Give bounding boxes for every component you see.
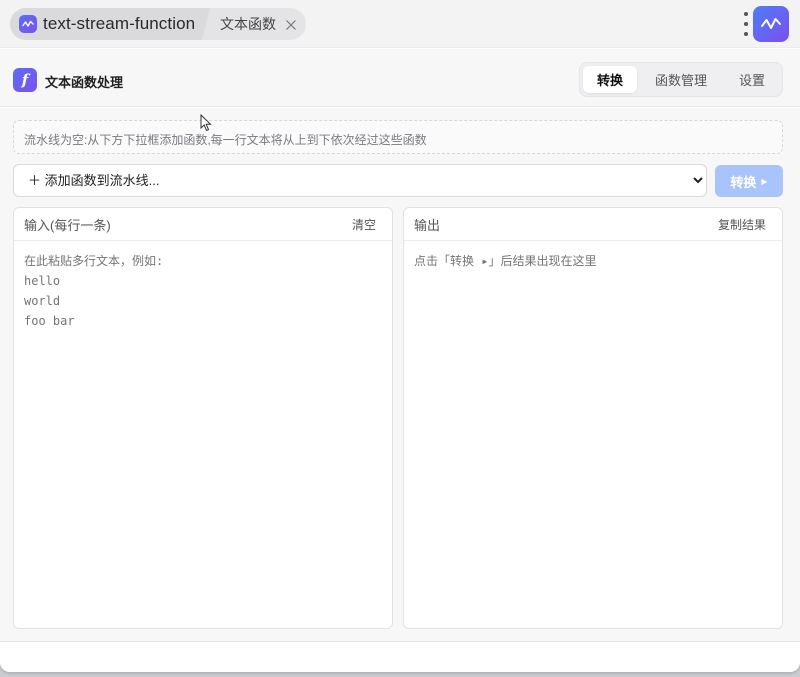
title-bar: text-stream-function 文本函数	[0, 0, 800, 48]
convert-button-label: 转换	[730, 174, 757, 190]
convert-button[interactable]: 转换 ▶	[715, 165, 783, 197]
input-textarea[interactable]	[14, 241, 392, 628]
output-panel-header: 输出 复制结果	[404, 208, 782, 241]
pipeline-hint: 流水线为空:从下方下拉框添加函数,每一行文本将从上到下依次经过这些函数	[13, 120, 783, 154]
tab-convert[interactable]: 转换	[583, 66, 637, 93]
main-content: 流水线为空:从下方下拉框添加函数,每一行文本将从上到下依次经过这些函数 ＋ 添加…	[0, 108, 800, 641]
play-icon: ▶	[761, 176, 768, 186]
brand-app-button[interactable]	[753, 6, 789, 42]
copy-result-button[interactable]: 复制结果	[712, 216, 772, 233]
app-window: text-stream-function 文本函数 f 文本函数处理 转换 函数…	[0, 0, 800, 672]
tab-title: text-stream-function	[43, 14, 196, 33]
page-title: 文本函数处理	[45, 75, 124, 90]
tab-settings[interactable]: 设置	[725, 66, 779, 93]
footer-bar	[0, 641, 800, 672]
app-header: f 文本函数处理 转换 函数管理 设置	[0, 49, 800, 107]
tab-app[interactable]: text-stream-function	[10, 8, 210, 40]
input-panel-title: 输入(每行一条)	[24, 217, 111, 233]
input-panel: 输入(每行一条) 清空	[13, 207, 393, 629]
tab-function-management[interactable]: 函数管理	[637, 66, 725, 93]
add-function-select[interactable]: ＋ 添加函数到流水线...	[13, 164, 707, 197]
more-menu-icon[interactable]	[743, 12, 749, 36]
close-icon[interactable]	[285, 18, 297, 30]
mouse-cursor-icon	[200, 113, 212, 132]
wave-icon	[761, 18, 781, 29]
tab-sub-label: 文本函数	[220, 16, 276, 32]
tab-sub[interactable]: 文本函数	[220, 8, 297, 40]
app-wave-icon	[19, 15, 37, 33]
nav-tabs: 转换 函数管理 设置	[579, 62, 783, 97]
output-panel: 输出 复制结果	[403, 207, 783, 629]
output-panel-title: 输出	[414, 217, 441, 233]
function-logo-icon: f	[13, 68, 37, 92]
output-textarea[interactable]	[404, 241, 782, 628]
input-panel-header: 输入(每行一条) 清空	[14, 208, 392, 241]
clear-button[interactable]: 清空	[346, 216, 382, 233]
